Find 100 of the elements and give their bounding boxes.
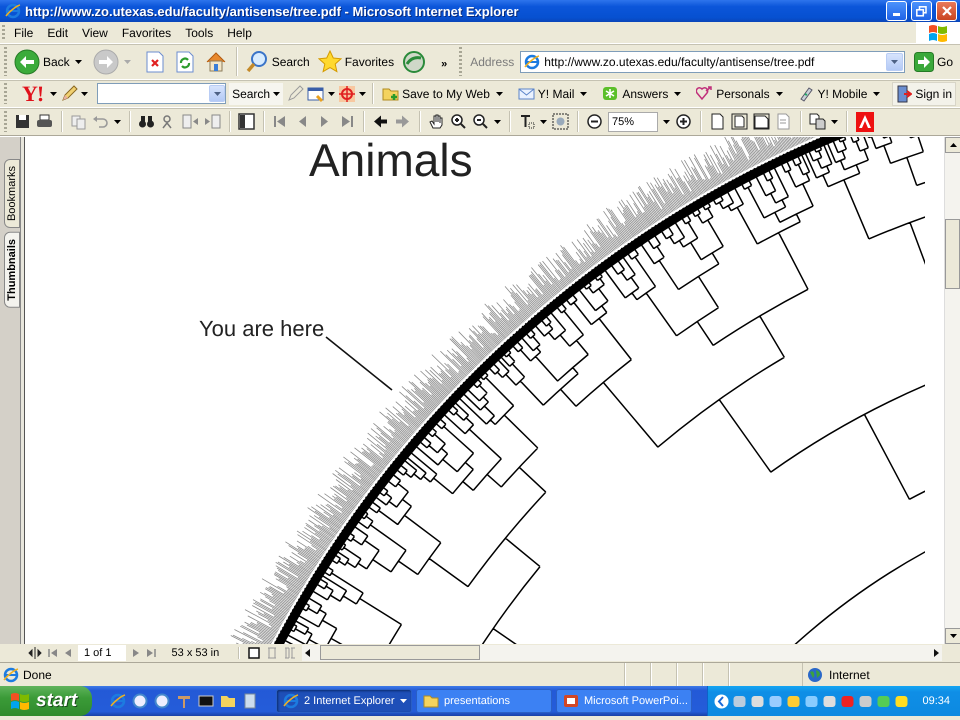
status-text: Done	[23, 668, 53, 682]
caret-icon[interactable]	[400, 699, 406, 703]
zoom-out-icon[interactable]	[472, 113, 489, 130]
sidebar-tab[interactable]: Thumbnails	[4, 232, 20, 308]
previous-view-icon[interactable]	[182, 113, 199, 130]
back-arrow-icon[interactable]	[372, 113, 389, 130]
zoom-field[interactable]: 75%	[608, 112, 658, 132]
navigation-pane-icon[interactable]	[238, 113, 255, 130]
print-icon[interactable]	[36, 113, 53, 130]
hand-icon[interactable]	[428, 113, 445, 130]
first-page-icon[interactable]	[48, 648, 58, 658]
copy-icon[interactable]	[70, 113, 87, 130]
toolbar-overflow-button[interactable]: »	[431, 44, 456, 79]
menu-item[interactable]: Favorites	[114, 22, 178, 43]
window-icon[interactable]	[307, 84, 326, 102]
search-button[interactable]: Search	[242, 44, 313, 79]
caret-icon[interactable]	[674, 92, 682, 96]
adobe-logo-icon[interactable]	[855, 112, 875, 132]
split-arrows-icon[interactable]	[28, 646, 42, 660]
next-view-icon[interactable]	[204, 113, 221, 130]
last-page-icon[interactable]	[146, 648, 156, 658]
pages-icon[interactable]	[809, 113, 826, 130]
address-field[interactable]: http://www.zo.utexas.edu/faculty/antisense/tree.pdf	[520, 50, 905, 72]
minimize-button[interactable]	[886, 1, 907, 21]
chevron-left-icon[interactable]	[714, 694, 730, 708]
browser-icon[interactable]	[110, 693, 126, 709]
menu-item[interactable]: Tools	[178, 22, 220, 43]
previous-page-icon[interactable]	[64, 648, 72, 658]
caret-icon[interactable]	[496, 92, 503, 96]
scroll-up-button[interactable]	[945, 137, 960, 153]
sidebar-tab[interactable]: Bookmarks	[4, 159, 20, 228]
caret-icon[interactable]	[580, 92, 588, 96]
scroll-thumb[interactable]	[945, 219, 960, 289]
toolbar-item[interactable]: Personals	[693, 80, 773, 107]
scroll-thumb[interactable]	[320, 645, 480, 660]
yahoo-logo-button[interactable]: Y!	[12, 80, 48, 107]
caret-icon[interactable]	[81, 92, 88, 96]
crosshair-icon[interactable]	[338, 84, 356, 102]
menu-item[interactable]: View	[75, 22, 115, 43]
restore-button[interactable]	[911, 1, 932, 21]
caret-icon[interactable]	[540, 120, 547, 124]
zoom-out-circle-icon[interactable]	[586, 113, 603, 130]
taskbar-button[interactable]: 2 Internet Explorer	[276, 689, 412, 713]
window-title: http://www.zo.utexas.edu/faculty/antisense/tree.pdf - Microsoft Internet Explorer	[25, 4, 520, 18]
favorites-button[interactable]: Favorites	[314, 44, 398, 79]
start-button[interactable]: start	[0, 686, 92, 716]
caret-icon[interactable]	[114, 120, 121, 124]
search-button[interactable]: Search	[229, 82, 284, 104]
save-icon[interactable]	[14, 113, 31, 130]
toolbar-item[interactable]: Y! Mail	[514, 80, 578, 107]
page-icon	[524, 54, 540, 70]
caret-icon[interactable]	[873, 92, 880, 96]
go-button[interactable]: Go	[910, 44, 956, 79]
taskbar-button[interactable]: Microsoft PowerPoi...	[556, 689, 692, 713]
menu-item[interactable]: Help	[220, 22, 259, 43]
horizontal-scrollbar[interactable]	[302, 645, 942, 661]
callout-label: You are here	[199, 317, 324, 342]
page-icon[interactable]	[709, 113, 726, 130]
caret-icon[interactable]	[776, 92, 783, 96]
address-label: Address	[469, 54, 516, 68]
toolbar-item[interactable]: Y! Mobile	[794, 80, 870, 107]
caret-icon[interactable]	[950, 634, 956, 638]
menu-item[interactable]: Edit	[40, 22, 76, 43]
reflow-icon[interactable]	[775, 113, 792, 130]
terminal-icon[interactable]	[198, 693, 214, 709]
vertical-scrollbar[interactable]	[944, 137, 960, 644]
page-number-field[interactable]: 1 of 1	[78, 645, 126, 661]
document-heading: Animals	[309, 137, 473, 183]
single-page-icon[interactable]	[248, 647, 260, 659]
folder-icon[interactable]	[220, 693, 236, 709]
stop-icon	[144, 50, 166, 74]
caret-icon[interactable]	[273, 92, 280, 96]
caret-icon[interactable]	[74, 60, 82, 64]
pencil-icon[interactable]	[60, 84, 78, 102]
close-button[interactable]	[936, 1, 957, 21]
toolbar-item[interactable]: Save to My Web	[379, 80, 493, 107]
caret-icon[interactable]	[831, 120, 838, 124]
scroll-down-button[interactable]	[945, 628, 960, 644]
binoculars-icon[interactable]	[138, 113, 155, 130]
search-field[interactable]	[97, 83, 226, 104]
caret-icon[interactable]	[663, 120, 670, 124]
toolbar-item[interactable]: Answers	[599, 80, 672, 107]
refresh-icon	[174, 50, 196, 74]
next-page-icon[interactable]	[132, 648, 140, 658]
answers-icon	[602, 85, 620, 102]
menu-item[interactable]: File	[7, 22, 40, 43]
fit-page-icon[interactable]	[731, 113, 748, 130]
zoom-in-icon[interactable]	[450, 113, 467, 130]
text-select-icon[interactable]	[518, 113, 535, 130]
caret-icon[interactable]	[494, 120, 501, 124]
zoom-in-circle-icon[interactable]	[675, 113, 692, 130]
page-size-label: 53 x 53 in	[170, 647, 220, 659]
fit-width-icon[interactable]	[753, 113, 770, 130]
caret-icon[interactable]	[50, 92, 58, 96]
caret-icon[interactable]	[359, 92, 366, 96]
back-button[interactable]: Back	[11, 44, 73, 79]
taskbar-button[interactable]: presentations	[416, 689, 552, 713]
caret-icon[interactable]	[328, 92, 336, 96]
snapshot-icon[interactable]	[552, 113, 569, 130]
sign-in-button[interactable]: Sign in	[892, 82, 956, 106]
